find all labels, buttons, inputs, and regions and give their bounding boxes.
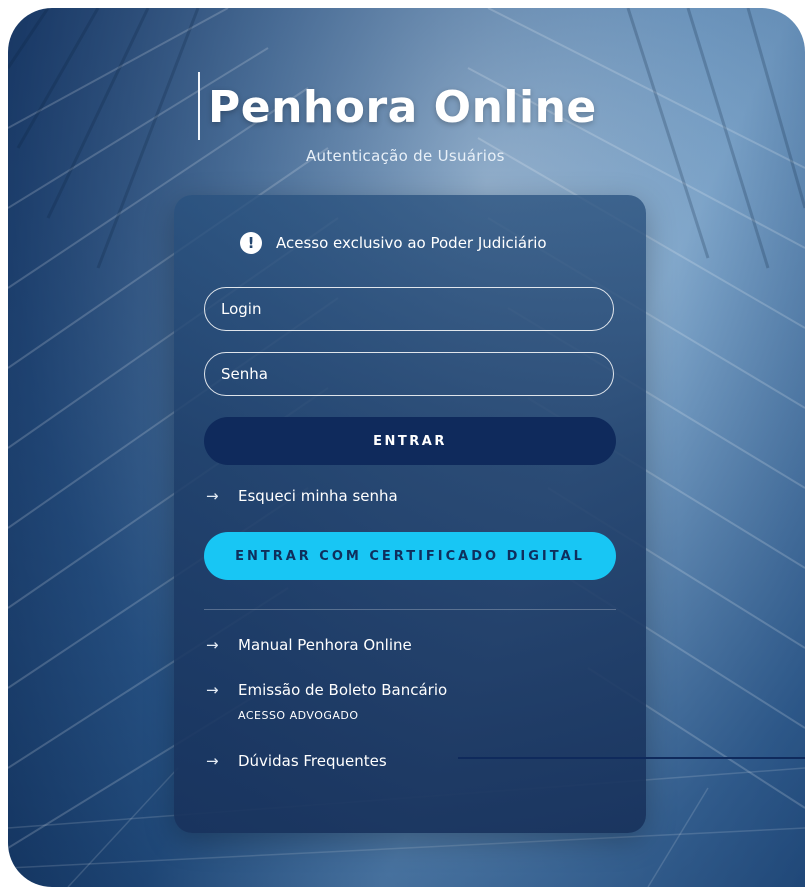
divider	[204, 609, 616, 610]
exclamation-icon: !	[240, 232, 262, 254]
digital-certificate-button[interactable]: ENTRAR COM CERTIFICADO DIGITAL	[204, 532, 616, 580]
faq-link-label: Dúvidas Frequentes	[238, 752, 387, 770]
app-title: Penhora Online	[208, 82, 597, 133]
arrow-right-icon: →	[206, 752, 219, 770]
login-input[interactable]	[204, 287, 614, 331]
boleto-link[interactable]: → Emissão de Boleto Bancário	[206, 681, 447, 699]
login-card: ! Acesso exclusivo ao Poder Judiciário E…	[174, 195, 646, 833]
access-notice-text: Acesso exclusivo ao Poder Judiciário	[276, 234, 547, 252]
manual-link-label: Manual Penhora Online	[238, 636, 412, 654]
decorative-line	[458, 757, 805, 759]
manual-link[interactable]: → Manual Penhora Online	[206, 636, 412, 654]
arrow-right-icon: →	[206, 487, 219, 505]
arrow-right-icon: →	[206, 636, 219, 654]
forgot-password-link[interactable]: → Esqueci minha senha	[206, 487, 398, 505]
password-input[interactable]	[204, 352, 614, 396]
app-subtitle: Autenticação de Usuários	[306, 147, 505, 165]
arrow-right-icon: →	[206, 681, 219, 699]
boleto-link-label: Emissão de Boleto Bancário	[238, 681, 448, 699]
forgot-password-label: Esqueci minha senha	[238, 487, 398, 505]
faq-link[interactable]: → Dúvidas Frequentes	[206, 752, 387, 770]
boleto-access-note: ACESSO ADVOGADO	[238, 709, 359, 722]
brand-accent-bar	[198, 72, 200, 140]
access-notice: ! Acesso exclusivo ao Poder Judiciário	[240, 231, 547, 255]
login-button[interactable]: ENTRAR	[204, 417, 616, 465]
